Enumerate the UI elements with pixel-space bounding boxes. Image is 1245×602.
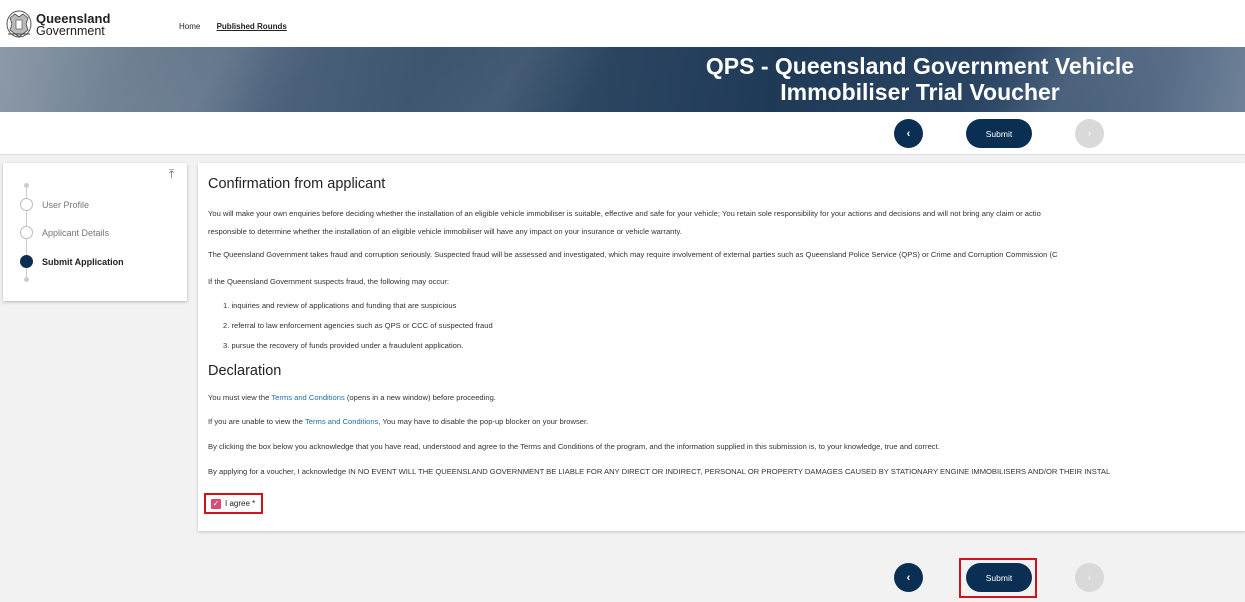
step-label: Applicant Details bbox=[42, 227, 110, 238]
page-title-line-1: QPS - Queensland Government Vehicle bbox=[705, 53, 1135, 79]
top-header: Queensland Government Home Published Rou… bbox=[0, 0, 1245, 47]
step-label: Submit Application bbox=[42, 256, 124, 267]
step-dot bbox=[24, 183, 29, 188]
page-title: QPS - Queensland Government Vehicle Immo… bbox=[640, 53, 1200, 105]
declaration-para-1: You must view the Terms and Conditions (… bbox=[208, 393, 496, 402]
text: You must view the bbox=[208, 393, 272, 402]
step-sidebar: ⤒ User Profile Applicant Details Submit … bbox=[3, 163, 187, 301]
step-user-profile[interactable]: User Profile bbox=[20, 198, 89, 211]
confirmation-para-1-cont: responsible to determine whether the ins… bbox=[208, 227, 682, 236]
confirmation-para-3: If the Queensland Government suspects fr… bbox=[208, 277, 450, 286]
step-label: User Profile bbox=[42, 199, 90, 210]
terms-link[interactable]: Terms and Conditions bbox=[271, 393, 344, 402]
page-title-line-2: Immobiliser Trial Voucher bbox=[780, 79, 1060, 105]
agree-checkbox-field[interactable]: ✓ I agree * bbox=[204, 493, 263, 514]
main-nav: Home Published Rounds bbox=[179, 22, 301, 31]
qld-gov-logo[interactable]: Queensland Government bbox=[6, 10, 110, 40]
checkmark-icon: ✓ bbox=[212, 498, 220, 508]
agree-label: I agree * bbox=[225, 499, 256, 508]
chevron-left-icon: ‹ bbox=[906, 127, 911, 140]
text: (opens in a new window) before proceedin… bbox=[344, 393, 496, 402]
confirmation-para-1: You will make your own enquiries before … bbox=[208, 209, 1041, 218]
back-button[interactable]: ‹ bbox=[894, 119, 923, 148]
nav-home-link[interactable]: Home bbox=[179, 22, 200, 31]
step-marker-icon bbox=[20, 198, 33, 211]
step-marker-icon bbox=[20, 226, 33, 239]
step-applicant-details[interactable]: Applicant Details bbox=[20, 226, 109, 239]
confirmation-heading: Confirmation from applicant bbox=[208, 176, 386, 192]
main-content-card: Confirmation from applicant You will mak… bbox=[198, 163, 1245, 531]
chevron-left-icon: ‹ bbox=[906, 571, 911, 584]
next-button[interactable]: › bbox=[1075, 119, 1104, 148]
logo-line-2: Government bbox=[36, 24, 105, 38]
chevron-right-icon: › bbox=[1087, 127, 1092, 140]
coat-of-arms-icon bbox=[6, 10, 32, 38]
submit-button-top[interactable]: Submit bbox=[966, 119, 1032, 148]
nav-published-rounds-link[interactable]: Published Rounds bbox=[217, 22, 287, 31]
banner-decoration bbox=[401, 47, 619, 112]
text: If you are unable to view the bbox=[208, 417, 305, 426]
terms-link[interactable]: Terms and Conditions bbox=[305, 417, 378, 426]
declaration-para-2: If you are unable to view the Terms and … bbox=[208, 417, 588, 426]
page-banner: QPS - Queensland Government Vehicle Immo… bbox=[0, 47, 1245, 112]
step-dot bbox=[24, 277, 29, 282]
agree-checkbox[interactable]: ✓ bbox=[211, 498, 221, 509]
step-marker-active-icon bbox=[20, 255, 33, 268]
banner-decoration bbox=[101, 47, 319, 112]
next-button-bottom[interactable]: › bbox=[1075, 563, 1104, 592]
confirmation-para-2: The Queensland Government takes fraud an… bbox=[208, 250, 1058, 259]
submit-button-bottom[interactable]: Submit bbox=[966, 563, 1032, 592]
declaration-heading: Declaration bbox=[208, 363, 282, 379]
declaration-para-4: By applying for a voucher, I acknowledge… bbox=[208, 467, 1111, 476]
collapse-icon[interactable]: ⤒ bbox=[169, 167, 174, 182]
top-action-bar: ‹ Submit › bbox=[0, 112, 1245, 155]
chevron-right-icon: › bbox=[1087, 571, 1092, 584]
fraud-list-item: 3. pursue the recovery of funds provided… bbox=[223, 341, 464, 350]
step-submit-application[interactable]: Submit Application bbox=[20, 255, 124, 268]
text: , You may have to disable the pop-up blo… bbox=[378, 417, 589, 426]
fraud-list-item: 1. inquiries and review of applications … bbox=[223, 301, 457, 310]
fraud-list-item: 2. referral to law enforcement agencies … bbox=[223, 321, 493, 330]
declaration-para-3: By clicking the box below you acknowledg… bbox=[208, 442, 940, 451]
back-button-bottom[interactable]: ‹ bbox=[894, 563, 923, 592]
